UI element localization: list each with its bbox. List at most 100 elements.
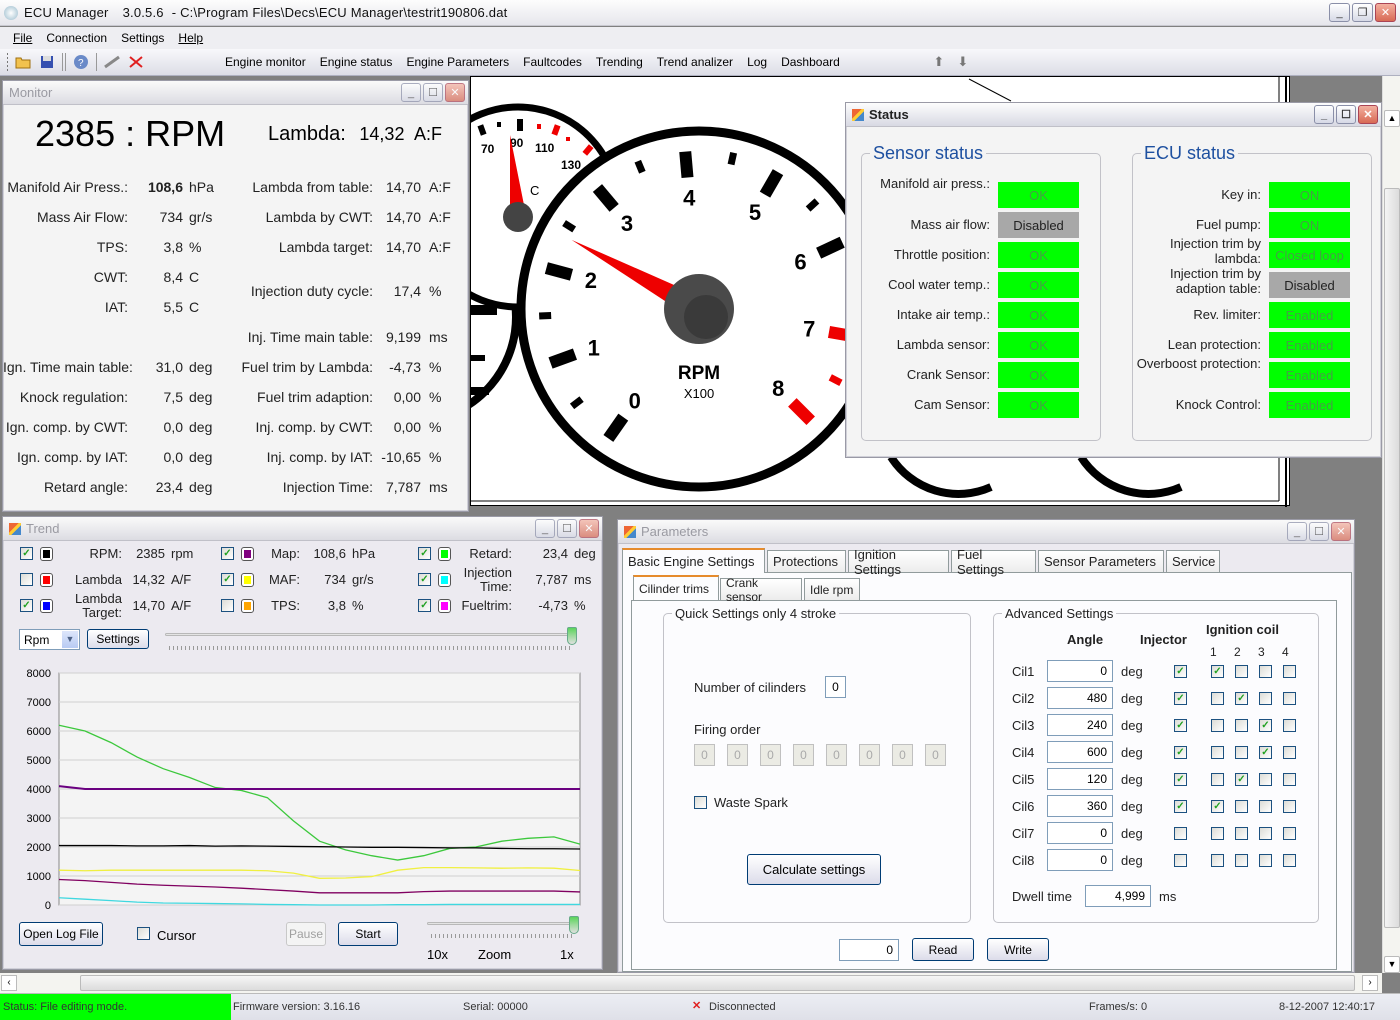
- firing-order-input[interactable]: 0: [694, 744, 715, 766]
- pause-button[interactable]: Pause: [286, 922, 326, 946]
- ignition-coil-checkbox[interactable]: [1283, 773, 1296, 786]
- monitor-minimize-button[interactable]: _: [401, 83, 421, 102]
- status-maximize-button[interactable]: ☐: [1336, 105, 1356, 124]
- write-button[interactable]: Write: [987, 938, 1049, 961]
- trend-close-button[interactable]: ✕: [579, 519, 599, 538]
- cylinder-angle-input[interactable]: 600: [1047, 741, 1113, 763]
- vertical-scroll-thumb[interactable]: [1384, 188, 1400, 928]
- subtab-cilinder-trims[interactable]: Cilinder trims: [633, 575, 719, 600]
- channel-checkbox[interactable]: ✓: [20, 547, 33, 560]
- injector-checkbox[interactable]: [1174, 854, 1187, 867]
- parameters-minimize-button[interactable]: _: [1287, 522, 1307, 541]
- connect-icon[interactable]: [103, 53, 121, 71]
- ignition-coil-checkbox[interactable]: [1259, 854, 1272, 867]
- cursor-checkbox[interactable]: [137, 927, 150, 940]
- tab-protections[interactable]: Protections: [767, 550, 846, 572]
- injector-checkbox[interactable]: ✓: [1174, 692, 1187, 705]
- ignition-coil-checkbox[interactable]: [1235, 827, 1248, 840]
- channel-checkbox[interactable]: [20, 573, 33, 586]
- chevron-down-icon[interactable]: ▼: [62, 631, 78, 648]
- firing-order-input[interactable]: 0: [892, 744, 913, 766]
- channel-checkbox[interactable]: ✓: [221, 547, 234, 560]
- minimize-button[interactable]: _: [1329, 3, 1350, 22]
- parameters-titlebar[interactable]: Parameters _ ☐ ✕: [618, 520, 1354, 544]
- ignition-coil-checkbox[interactable]: [1211, 854, 1224, 867]
- channel-checkbox[interactable]: [221, 599, 234, 612]
- ignition-coil-checkbox[interactable]: [1211, 746, 1224, 759]
- cylinder-angle-input[interactable]: 360: [1047, 795, 1113, 817]
- horizontal-scrollbar[interactable]: ‹ ›: [0, 973, 1382, 993]
- trend-maximize-button[interactable]: ☐: [557, 519, 577, 538]
- ignition-coil-checkbox[interactable]: ✓: [1259, 719, 1272, 732]
- nav-engine-parameters[interactable]: Engine Parameters: [406, 55, 509, 69]
- position-slider-track[interactable]: [165, 633, 575, 636]
- save-icon[interactable]: [38, 53, 56, 71]
- ignition-coil-checkbox[interactable]: ✓: [1235, 692, 1248, 705]
- cylinder-angle-input[interactable]: 0: [1047, 822, 1113, 844]
- cylinder-angle-input[interactable]: 240: [1047, 714, 1113, 736]
- channel-color-swatch[interactable]: [241, 547, 254, 561]
- zoom-slider-track[interactable]: [427, 922, 577, 925]
- address-input[interactable]: 0: [839, 939, 899, 961]
- channel-color-swatch[interactable]: [241, 573, 254, 587]
- monitor-close-button[interactable]: ✕: [445, 83, 465, 102]
- status-close-button[interactable]: ✕: [1358, 105, 1378, 124]
- ignition-coil-checkbox[interactable]: ✓: [1211, 800, 1224, 813]
- restore-button[interactable]: ❐: [1352, 3, 1373, 22]
- injector-checkbox[interactable]: [1174, 827, 1187, 840]
- num-cylinders-input[interactable]: 0: [825, 676, 846, 698]
- nav-trend-analizer[interactable]: Trend analizer: [657, 55, 733, 69]
- cylinder-angle-input[interactable]: 120: [1047, 768, 1113, 790]
- ignition-coil-checkbox[interactable]: ✓: [1235, 773, 1248, 786]
- channel-checkbox[interactable]: ✓: [20, 599, 33, 612]
- help-icon[interactable]: ?: [72, 53, 90, 71]
- subtab-crank-sensor[interactable]: Crank sensor: [720, 576, 802, 604]
- channel-checkbox[interactable]: ✓: [418, 573, 431, 586]
- injector-checkbox[interactable]: ✓: [1174, 773, 1187, 786]
- ignition-coil-checkbox[interactable]: [1283, 854, 1296, 867]
- ignition-coil-checkbox[interactable]: [1283, 800, 1296, 813]
- scroll-right-button[interactable]: ›: [1362, 975, 1378, 991]
- dwell-time-input[interactable]: 4,999: [1085, 885, 1151, 907]
- ignition-coil-checkbox[interactable]: [1235, 746, 1248, 759]
- firing-order-input[interactable]: 0: [727, 744, 748, 766]
- ignition-coil-checkbox[interactable]: [1259, 665, 1272, 678]
- nav-engine-status[interactable]: Engine status: [320, 55, 393, 69]
- nav-dashboard[interactable]: Dashboard: [781, 55, 840, 69]
- calculate-settings-button[interactable]: Calculate settings: [747, 854, 881, 885]
- status-minimize-button[interactable]: _: [1314, 105, 1334, 124]
- subtab-idle-rpm[interactable]: Idle rpm: [804, 578, 860, 600]
- channel-checkbox[interactable]: ✓: [418, 599, 431, 612]
- ignition-coil-checkbox[interactable]: [1283, 665, 1296, 678]
- ignition-coil-checkbox[interactable]: [1259, 827, 1272, 840]
- ignition-coil-checkbox[interactable]: [1283, 746, 1296, 759]
- channel-color-swatch[interactable]: [40, 599, 53, 613]
- firing-order-input[interactable]: 0: [793, 744, 814, 766]
- tab-basic-engine-settings[interactable]: Basic Engine Settings: [622, 548, 765, 573]
- channel-checkbox[interactable]: ✓: [418, 547, 431, 560]
- vertical-scrollbar[interactable]: ▲ ▼: [1382, 76, 1400, 973]
- horizontal-scroll-thumb[interactable]: [80, 975, 1355, 991]
- ignition-coil-checkbox[interactable]: [1259, 773, 1272, 786]
- ignition-coil-checkbox[interactable]: [1235, 854, 1248, 867]
- tab-service[interactable]: Service: [1166, 550, 1220, 572]
- disconnect-icon[interactable]: [127, 53, 145, 71]
- cylinder-angle-input[interactable]: 0: [1047, 849, 1113, 871]
- scale-select[interactable]: Rpm ▼: [19, 629, 80, 650]
- channel-checkbox[interactable]: ✓: [221, 573, 234, 586]
- tab-sensor-parameters[interactable]: Sensor Parameters: [1038, 550, 1164, 572]
- down-arrow-icon[interactable]: ⬇: [954, 53, 972, 71]
- firing-order-input[interactable]: 0: [760, 744, 781, 766]
- parameters-maximize-button[interactable]: ☐: [1309, 522, 1329, 541]
- ignition-coil-checkbox[interactable]: [1211, 827, 1224, 840]
- nav-trending[interactable]: Trending: [596, 55, 643, 69]
- ignition-coil-checkbox[interactable]: [1259, 692, 1272, 705]
- menu-file[interactable]: File: [13, 31, 32, 45]
- monitor-maximize-button[interactable]: ☐: [423, 83, 443, 102]
- scroll-down-button[interactable]: ▼: [1384, 956, 1400, 973]
- injector-checkbox[interactable]: ✓: [1174, 665, 1187, 678]
- trend-titlebar[interactable]: Trend _ ☐ ✕: [3, 517, 602, 541]
- injector-checkbox[interactable]: ✓: [1174, 746, 1187, 759]
- monitor-titlebar[interactable]: Monitor _ ☐ ✕: [3, 81, 468, 105]
- menu-connection[interactable]: Connection: [46, 31, 107, 45]
